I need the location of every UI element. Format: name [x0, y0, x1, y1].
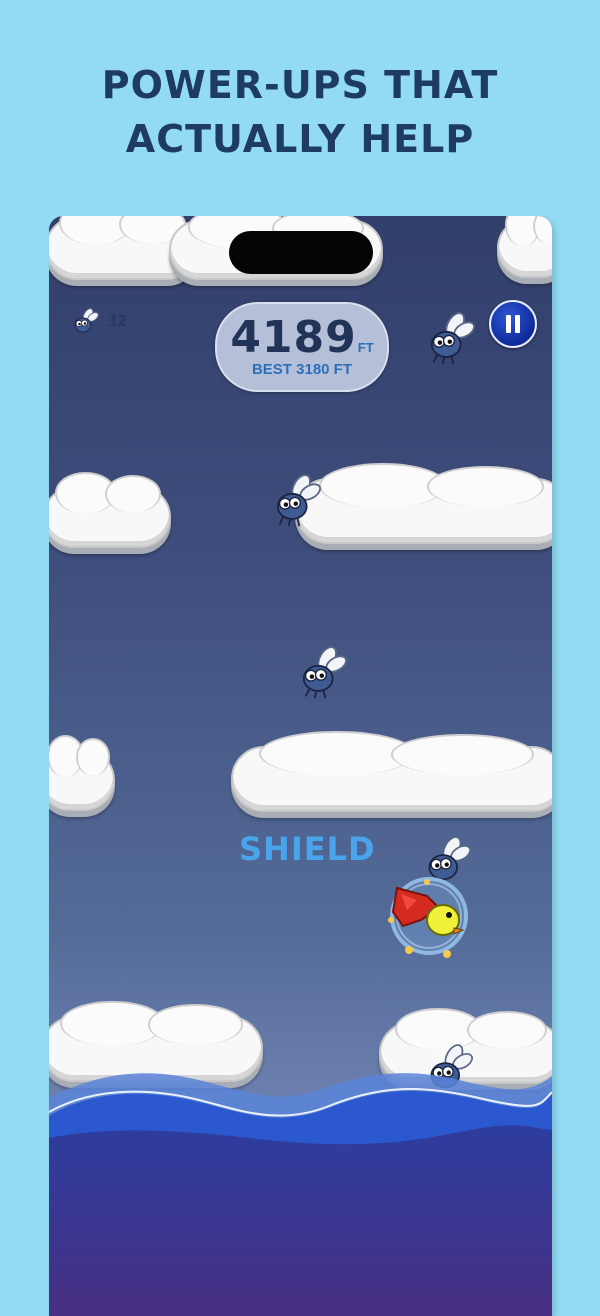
fly-icon: [74, 308, 99, 333]
cloud: [231, 730, 552, 812]
cloud: [49, 734, 115, 811]
pause-button[interactable]: [489, 300, 537, 348]
fly-enemy: [302, 646, 347, 699]
headline-line-2: ACTUALLY HELP: [125, 117, 475, 161]
fly-counter: 12: [69, 308, 127, 336]
game-screen[interactable]: 12 4189FT BEST 3180 FT SHIELD: [49, 216, 552, 1316]
fly-enemy: [276, 474, 321, 527]
powerup-label: SHIELD: [239, 830, 376, 868]
cloud: [497, 216, 552, 278]
score-value: 4189: [230, 312, 357, 363]
fly-enemy: [430, 312, 475, 365]
headline-line-1: POWER-UPS THAT: [101, 63, 499, 107]
water-hazard: [49, 1073, 552, 1316]
score-unit: FT: [357, 340, 374, 355]
cloud: [49, 471, 171, 548]
score-display: 4189FT BEST 3180 FT: [215, 302, 389, 392]
cloud: [295, 462, 552, 544]
fly-count: 12: [109, 313, 127, 330]
promo-headline: POWER-UPS THAT ACTUALLY HELP: [0, 58, 600, 166]
phone-notch: [229, 231, 373, 274]
best-score: BEST 3180 FT: [251, 361, 353, 378]
player-character[interactable]: [387, 874, 471, 958]
